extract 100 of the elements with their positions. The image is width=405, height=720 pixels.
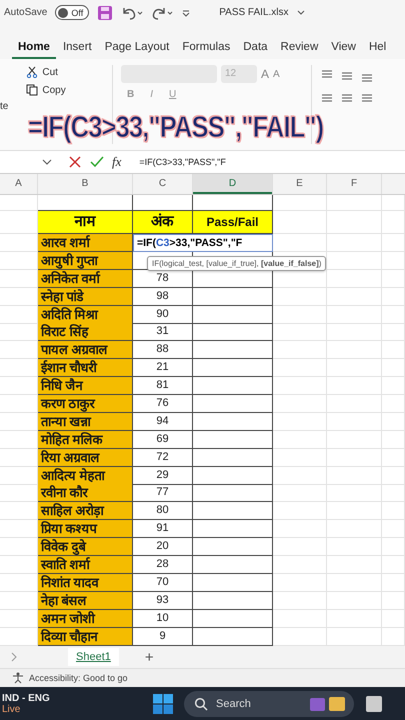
table-cell: नेहा बंसल xyxy=(38,592,133,610)
scissors-icon xyxy=(26,66,38,78)
language-indicator[interactable]: IND - ENG xyxy=(2,692,142,704)
autosave-toggle[interactable]: Off xyxy=(55,5,90,20)
customize-icon[interactable] xyxy=(181,8,192,18)
column-header[interactable]: A xyxy=(0,174,38,194)
table-cell: 93 xyxy=(133,592,193,610)
table-cell: ईशान चौधरी xyxy=(38,359,133,378)
table-cell: विवेक दुबे xyxy=(38,538,133,556)
table-cell: 80 xyxy=(133,502,193,520)
column-header[interactable]: F xyxy=(327,174,382,194)
paste-label[interactable]: te xyxy=(0,101,8,112)
empty-cell[interactable] xyxy=(193,520,273,538)
ribbon-tab[interactable]: Data xyxy=(237,41,274,59)
table-cell: 94 xyxy=(133,412,193,431)
copy-button[interactable]: Copy xyxy=(24,83,68,97)
table-cell: नाम xyxy=(38,211,133,234)
accessibility-icon[interactable] xyxy=(12,672,26,684)
table-cell: तान्या खन्ना xyxy=(38,412,133,431)
empty-cell[interactable] xyxy=(193,323,273,342)
table-cell: अनिकेत वर्मा xyxy=(38,270,133,288)
empty-cell[interactable] xyxy=(193,592,273,610)
undo-icon[interactable] xyxy=(121,6,144,20)
table-cell: आरव शर्मा xyxy=(38,234,133,252)
sheet-tab[interactable]: Sheet1 xyxy=(68,648,119,666)
table-cell: प्रिया कश्यप xyxy=(38,520,133,538)
table-cell: मोहित मलिक xyxy=(38,430,133,449)
search-field[interactable]: Search xyxy=(184,690,354,716)
table-cell: पायल अग्रवाल xyxy=(38,341,133,360)
empty-cell[interactable] xyxy=(193,412,273,431)
table-cell: 69 xyxy=(133,430,193,449)
table-cell: 29 xyxy=(133,466,193,485)
cancel-icon[interactable] xyxy=(68,155,82,169)
table-cell: 76 xyxy=(133,395,193,414)
table-cell: करण ठाकुर xyxy=(38,395,133,414)
editing-cell[interactable]: =IF(C3>33,"PASS","F xyxy=(133,234,273,252)
empty-cell[interactable] xyxy=(193,466,273,485)
empty-cell[interactable] xyxy=(193,502,273,520)
redo-icon[interactable] xyxy=(151,6,174,20)
empty-cell[interactable] xyxy=(193,538,273,556)
table-cell: 77 xyxy=(133,484,193,502)
empty-cell[interactable] xyxy=(193,574,273,592)
table-cell: 81 xyxy=(133,377,193,396)
app-icon[interactable] xyxy=(364,694,384,714)
table-cell: साहिल अरोड़ा xyxy=(38,502,133,520)
ribbon-tab[interactable]: Formulas xyxy=(176,41,236,59)
empty-cell[interactable] xyxy=(193,430,273,449)
empty-cell[interactable] xyxy=(193,395,273,414)
file-name[interactable]: PASS FAIL.xlsx xyxy=(219,7,289,18)
search-icon xyxy=(194,696,208,710)
table-cell: 31 xyxy=(133,323,193,342)
check-icon[interactable] xyxy=(90,155,104,169)
table-cell: 20 xyxy=(133,538,193,556)
add-sheet-button[interactable]: + xyxy=(138,648,160,666)
dropdown-icon[interactable] xyxy=(42,158,52,166)
table-cell: अमन जोशी xyxy=(38,610,133,628)
ribbon-tab[interactable]: Insert xyxy=(56,41,98,59)
table-cell: 28 xyxy=(133,556,193,574)
table-cell: Pass/Fail xyxy=(193,211,273,234)
status-text: Accessibility: Good to go xyxy=(29,673,128,683)
table-cell: 70 xyxy=(133,574,193,592)
ribbon-tab[interactable]: View xyxy=(325,41,362,59)
ribbon-tab[interactable]: Page Layout xyxy=(98,41,176,59)
table-cell: दिव्या चौहान xyxy=(38,628,133,646)
copy-icon xyxy=(26,84,38,96)
empty-cell[interactable] xyxy=(193,484,273,502)
table-cell: निधि जैन xyxy=(38,377,133,396)
column-header[interactable]: B xyxy=(38,174,133,194)
formula-caption: =IF(C3>33,"PASS","FAIL") xyxy=(28,111,324,145)
column-header[interactable]: D xyxy=(193,174,273,194)
empty-cell[interactable] xyxy=(193,306,273,324)
table-cell: 88 xyxy=(133,341,193,360)
table-cell: 21 xyxy=(133,359,193,378)
function-button[interactable]: fx xyxy=(112,154,122,170)
windows-icon[interactable] xyxy=(152,692,174,714)
table-cell: रिया अग्रवाल xyxy=(38,448,133,467)
column-header[interactable]: E xyxy=(273,174,327,194)
table-cell: 10 xyxy=(133,610,193,628)
table-cell: विराट सिंह xyxy=(38,323,133,342)
empty-cell[interactable] xyxy=(193,341,273,360)
empty-cell[interactable] xyxy=(193,448,273,467)
empty-cell[interactable] xyxy=(193,288,273,306)
empty-cell[interactable] xyxy=(193,377,273,396)
table-cell: आयुषी गुप्ता xyxy=(38,252,133,270)
caret-icon[interactable] xyxy=(296,10,305,16)
save-icon[interactable] xyxy=(97,4,114,20)
table-cell: अंक xyxy=(133,211,193,234)
cut-button[interactable]: Cut xyxy=(24,65,68,79)
scroll-right-icon[interactable] xyxy=(10,651,18,663)
table-cell: स्नेहा पांडे xyxy=(38,288,133,306)
empty-cell[interactable] xyxy=(193,359,273,378)
ribbon-tab[interactable]: Home xyxy=(12,41,56,59)
ribbon-tab[interactable]: Hel xyxy=(362,41,392,59)
formula-field[interactable]: =IF(C3>33,"PASS","F xyxy=(139,157,226,167)
ribbon-tab[interactable]: Review xyxy=(274,41,324,59)
empty-cell[interactable] xyxy=(193,556,273,574)
live-label: Live xyxy=(2,704,22,714)
table-cell: 98 xyxy=(133,288,193,306)
empty-cell[interactable] xyxy=(193,610,273,628)
table-cell: आदित्य मेहता xyxy=(38,466,133,485)
